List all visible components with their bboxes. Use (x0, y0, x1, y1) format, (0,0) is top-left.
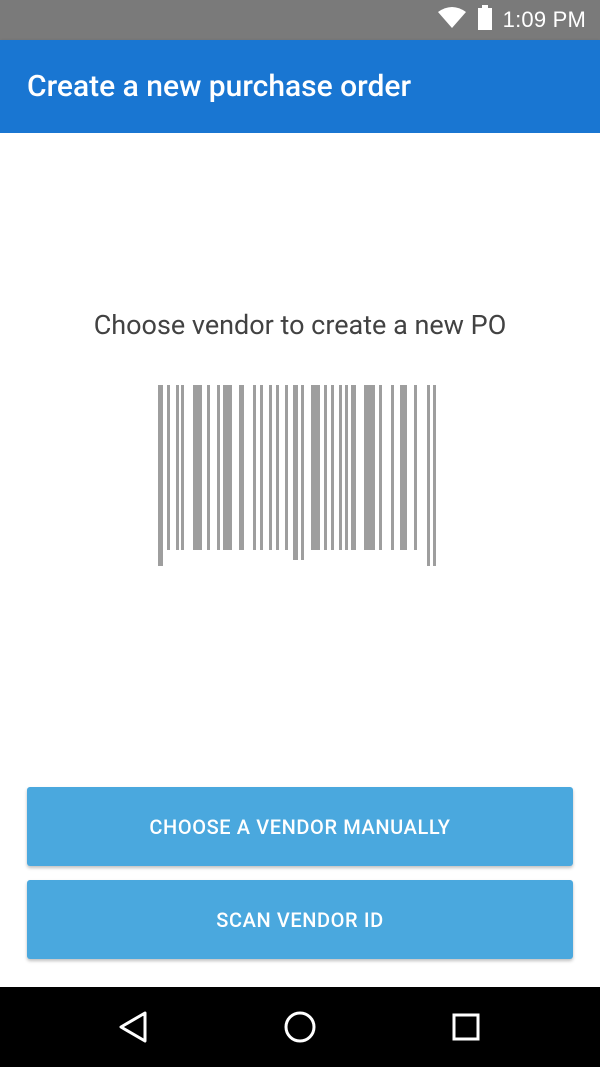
recents-icon[interactable] (426, 987, 506, 1067)
page-title: Create a new purchase order (27, 69, 412, 104)
barcode-icon (156, 383, 441, 568)
status-icons: 1:09 PM (437, 0, 586, 40)
scan-vendor-id-button[interactable]: SCAN VENDOR ID (27, 880, 573, 959)
status-bar: 1:09 PM (0, 0, 600, 40)
wifi-icon (437, 6, 467, 34)
vendor-prompt: Choose vendor to create a new PO (93, 309, 507, 341)
home-icon[interactable] (260, 987, 340, 1067)
back-icon[interactable] (93, 987, 173, 1067)
app-bar: Create a new purchase order (0, 40, 600, 133)
status-time: 1:09 PM (502, 7, 586, 32)
battery-icon (477, 5, 493, 35)
choose-vendor-manually-label: CHOOSE A VENDOR MANUALLY (149, 814, 451, 839)
main-content: Choose vendor to create a new PO CHOOSE … (0, 133, 600, 987)
navigation-bar (0, 987, 600, 1067)
choose-vendor-manually-button[interactable]: CHOOSE A VENDOR MANUALLY (27, 787, 573, 866)
scan-vendor-id-label: SCAN VENDOR ID (216, 907, 384, 932)
